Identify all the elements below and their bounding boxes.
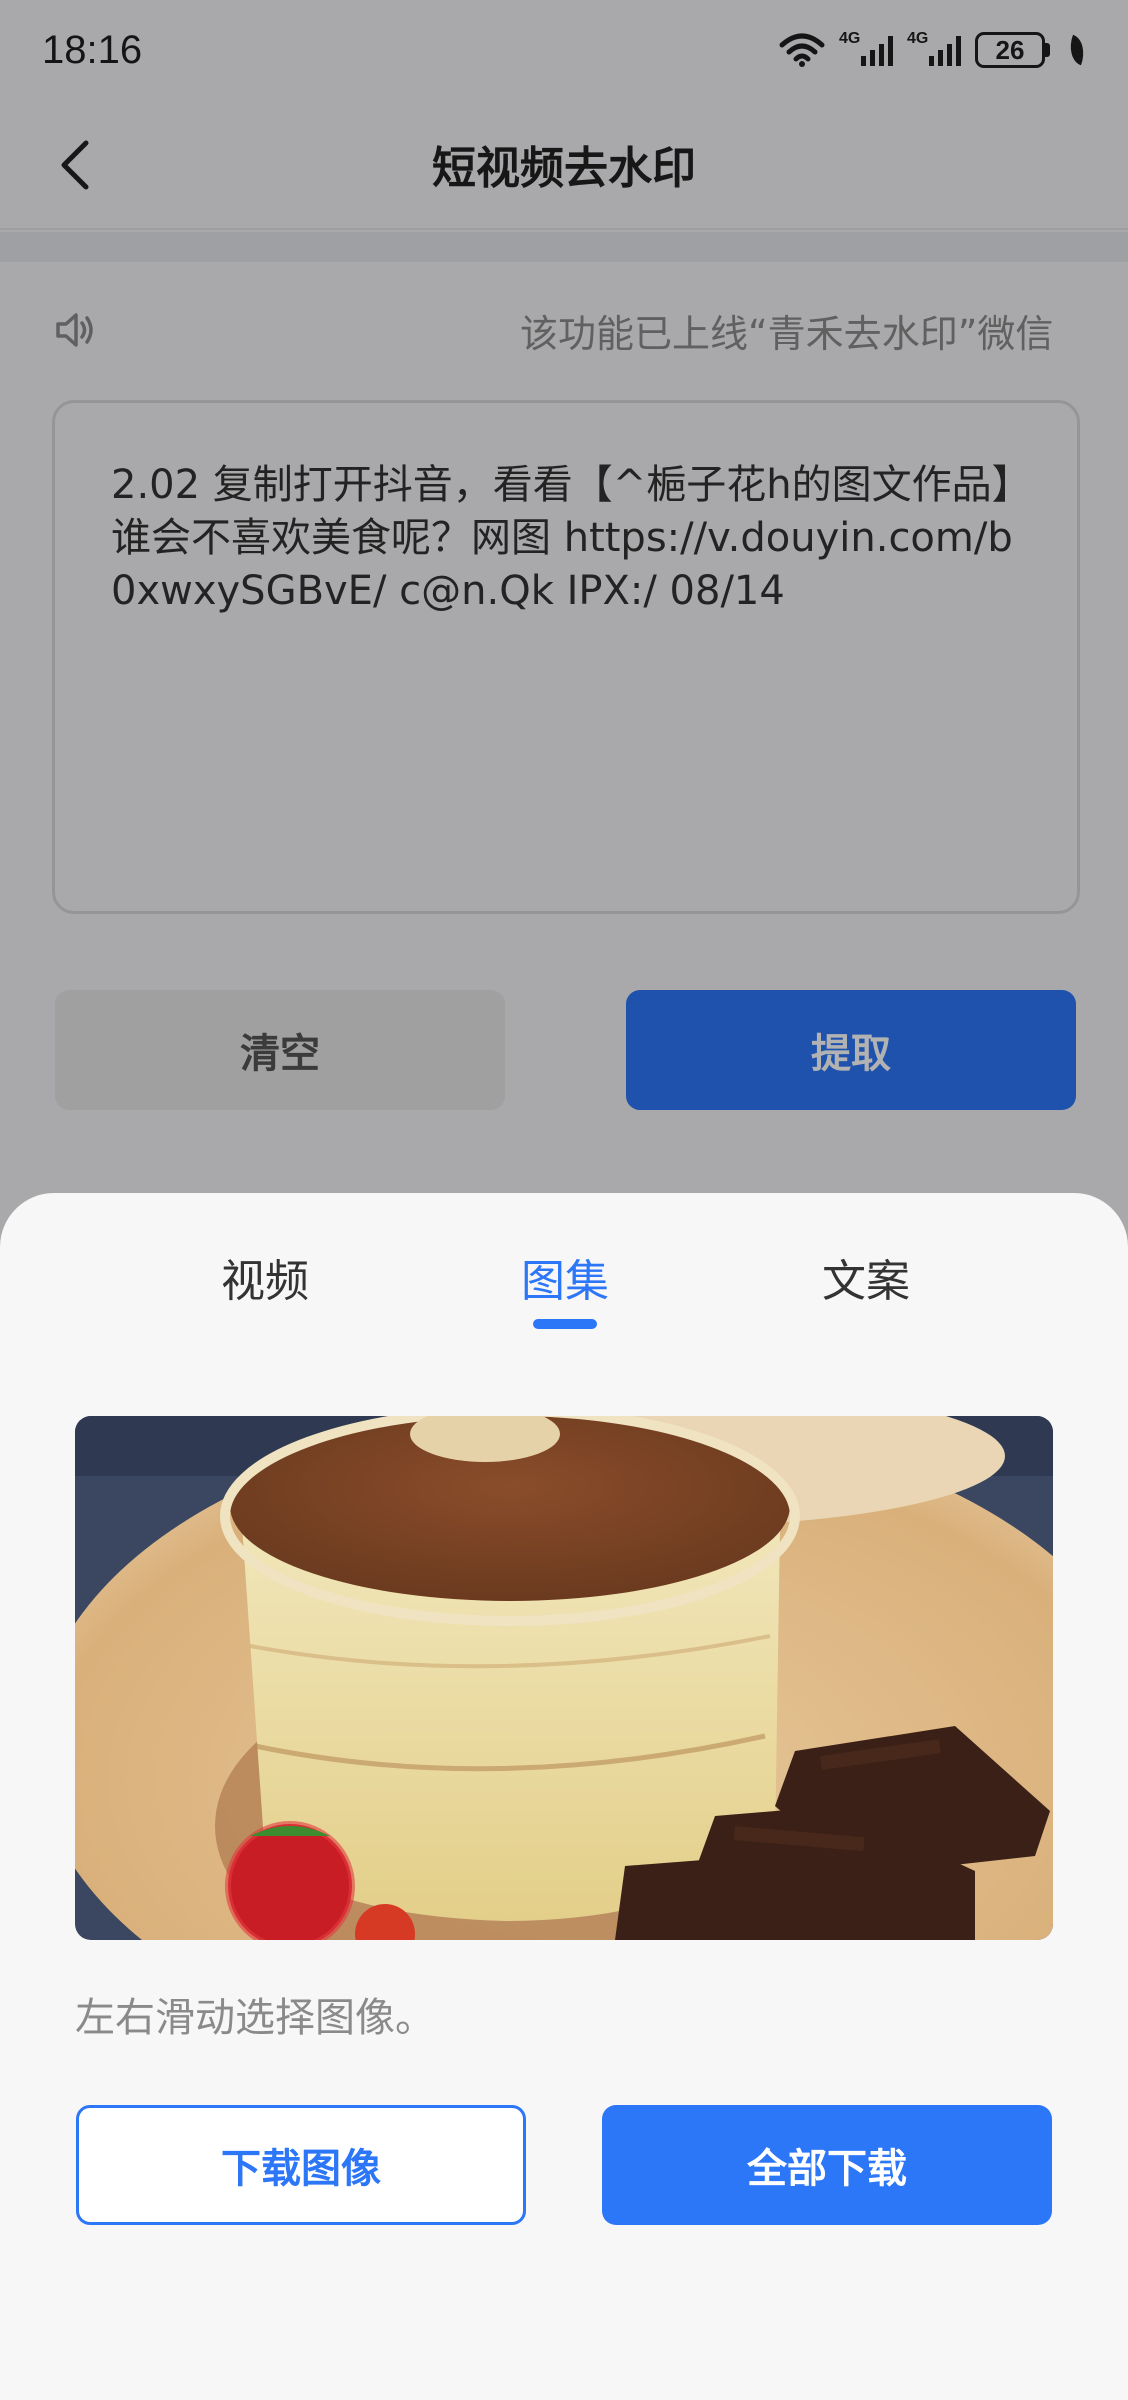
download-image-button[interactable]: 下载图像	[76, 2105, 526, 2225]
result-bottom-sheet: 视频 图集 文案 左右滑动选择图像。 下载图像 全部下载	[0, 1193, 1128, 2400]
tab-active-indicator	[533, 1319, 597, 1329]
download-all-button[interactable]: 全部下载	[602, 2105, 1052, 2225]
result-tabs: 视频 图集 文案	[0, 1193, 1128, 1333]
app-screen: 18:16 4G 4G 26 短视频去水印 该功能已上线“青禾去水印”微信 2.…	[0, 0, 1128, 2400]
swipe-hint: 左右滑动选择图像。	[75, 1995, 435, 2041]
pancake-photo	[75, 1416, 1053, 1940]
tab-copywriting[interactable]: 文案	[822, 1245, 910, 1309]
gallery-image-preview[interactable]	[75, 1416, 1053, 1940]
tab-video[interactable]: 视频	[221, 1245, 309, 1309]
tab-gallery[interactable]: 图集	[521, 1245, 609, 1309]
